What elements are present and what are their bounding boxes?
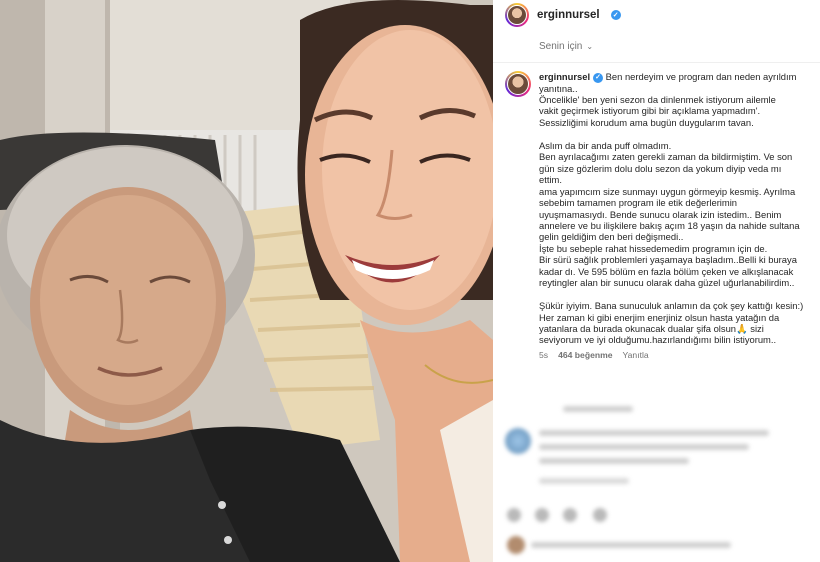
caption-line: Bir sürü sağlık problemleri yaşamaya baş… (539, 254, 797, 266)
caption-line: sebebim tamamen program ile etik değerle… (539, 197, 738, 209)
selfie-illustration (0, 0, 493, 562)
chevron-down-icon: ⌄ (586, 41, 594, 51)
reply-button[interactable]: Yanıtla (623, 350, 649, 360)
caption-line: reytingler alan bir sunucu olarak daha g… (539, 277, 795, 289)
caption-line: gelin geldiğim den beri değişmedi.. (539, 231, 684, 243)
caption-line: Aslım da bir anda puff olmadım. (539, 139, 672, 151)
caption-line: İşte bu sebeple rahat hissedemedim progr… (539, 242, 768, 254)
caption-line: Sessizliğimi korudum ama bugün duyguları… (539, 116, 754, 128)
for-you-label: Senin için (539, 40, 583, 52)
caption-block: erginnursel ✓ Ben nerdeyim ve program dan… (493, 63, 820, 360)
blurred-comments (493, 392, 820, 562)
caption-line: kadar dı. Ve 595 bölüm en fazla bölüm çe… (539, 265, 794, 277)
caption-line: ama yapımcım size sunmayı uygun görmeyip… (539, 185, 796, 197)
caption-avatar[interactable] (505, 71, 531, 97)
caption-line: seviyorum ve iyi olduğumu.hazırlandığımı… (539, 334, 777, 346)
caption-line: ettim. (539, 174, 562, 186)
verified-badge-icon: ✓ (593, 72, 604, 83)
for-you-selector[interactable]: Senin için ⌄ (493, 40, 820, 52)
post-photo (0, 0, 493, 562)
author-username[interactable]: erginnursel (537, 9, 600, 21)
caption-line: Her zaman ki gibi enerjim enerjiniz olsu… (539, 311, 780, 323)
caption-line: Ben nerdeyim ve program dan neden ayrıld… (605, 71, 797, 82)
caption-line: annelere ve bu ilişkilere bakış açım 18 … (539, 219, 800, 231)
post-sidebar: erginnursel ✓ Senin için ⌄ erginnursel ✓ … (493, 0, 820, 562)
caption-line: Ben ayrılacağımı zaten gerekli zaman da … (539, 151, 793, 163)
verified-badge-icon: ✓ (610, 10, 621, 20)
caption-line: Öncelikle' ben yeni sezon da dinlenmek i… (539, 93, 776, 105)
caption-line: yanıtına.. (539, 82, 578, 94)
caption-username[interactable]: erginnursel (539, 71, 590, 82)
caption-line: yatanlara da burada okunacak dualar şifa… (539, 323, 764, 335)
caption-text: erginnursel ✓ Ben nerdeyim ve program dan… (539, 71, 819, 346)
caption-line: vakit geçirmek istiyorum gibi bir açıkla… (539, 105, 761, 117)
caption-line: uyuşmamasıydı. Bende sunucu olarak izin … (539, 208, 782, 220)
time-ago: 5s (539, 349, 549, 360)
caption-body: Ben nerdeyim ve program dan neden ayrıld… (539, 71, 803, 345)
post-header: erginnursel ✓ (493, 0, 820, 30)
caption-meta: 5s 464 beğenme Yanıtla (539, 350, 810, 360)
caption-line: gün size gözlerim dolu dolu sezon da yok… (539, 162, 782, 174)
author-avatar[interactable] (505, 3, 529, 27)
likes-count[interactable]: 464 beğenme (558, 350, 612, 360)
caption-line: Şükür iyiyim. Bana sunuculuk anlamın da … (539, 300, 804, 312)
